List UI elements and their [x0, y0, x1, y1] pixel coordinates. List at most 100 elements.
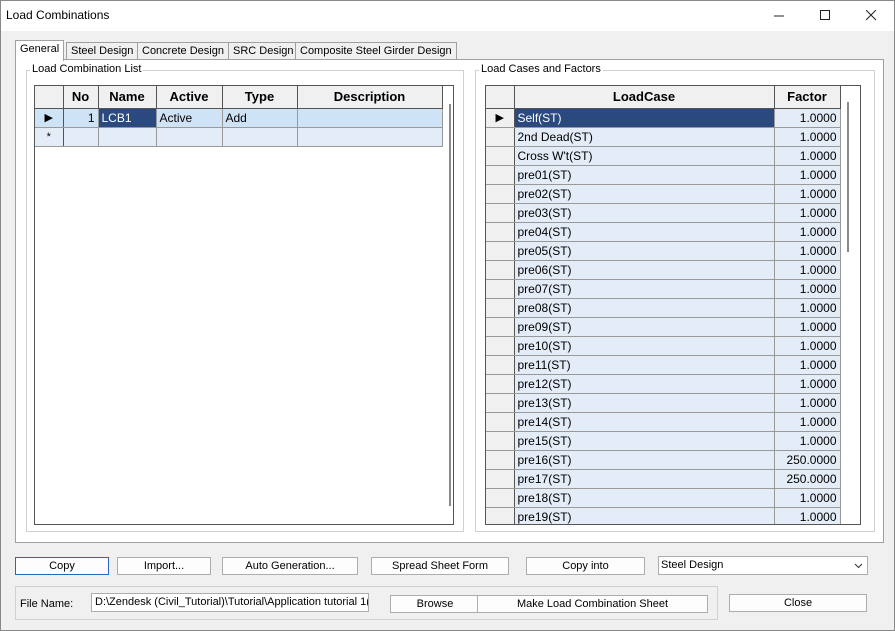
table-row[interactable]: pre10(ST) 1.0000: [486, 336, 841, 356]
table-row[interactable]: pre08(ST) 1.0000: [486, 298, 841, 318]
cell-loadcase[interactable]: pre15(ST): [514, 431, 775, 451]
cell-factor[interactable]: 1.0000: [774, 222, 841, 242]
row-pointer-icon[interactable]: ▶: [35, 108, 64, 128]
table-row[interactable]: 2nd Dead(ST) 1.0000: [486, 127, 841, 147]
row-header[interactable]: [486, 241, 515, 261]
cell-factor[interactable]: 1.0000: [774, 298, 841, 318]
cell-factor[interactable]: 1.0000: [774, 431, 841, 451]
cell-loadcase[interactable]: pre12(ST): [514, 374, 775, 394]
cell-loadcase[interactable]: pre03(ST): [514, 203, 775, 223]
table-row[interactable]: pre07(ST) 1.0000: [486, 279, 841, 299]
cell-loadcase[interactable]: pre09(ST): [514, 317, 775, 337]
cell-factor[interactable]: 1.0000: [774, 260, 841, 280]
row-header[interactable]: [486, 507, 515, 524]
row-header[interactable]: [486, 298, 515, 318]
row-header[interactable]: [486, 317, 515, 337]
tab-steel-design[interactable]: Steel Design: [66, 42, 139, 60]
cell-factor[interactable]: 1.0000: [774, 355, 841, 375]
table-row[interactable]: pre19(ST) 1.0000: [486, 507, 841, 524]
cell-factor[interactable]: 1.0000: [774, 203, 841, 223]
row-header[interactable]: [486, 203, 515, 223]
cell-factor[interactable]: 1.0000: [774, 317, 841, 337]
cell-loadcase[interactable]: pre05(ST): [514, 241, 775, 261]
column-header-description[interactable]: Description: [297, 86, 443, 109]
row-header[interactable]: [486, 146, 515, 166]
table-row[interactable]: pre09(ST) 1.0000: [486, 317, 841, 337]
cell-loadcase[interactable]: pre16(ST): [514, 450, 775, 470]
design-type-select[interactable]: Steel Design: [658, 556, 868, 575]
close-icon[interactable]: [848, 1, 894, 29]
tab-composite-steel-girder-design[interactable]: Composite Steel Girder Design: [295, 42, 457, 60]
tab-general[interactable]: General: [15, 40, 65, 61]
tab-concrete-design[interactable]: Concrete Design: [137, 42, 229, 60]
table-row[interactable]: pre01(ST) 1.0000: [486, 165, 841, 185]
row-header[interactable]: [486, 222, 515, 242]
row-header[interactable]: [486, 374, 515, 394]
cell-loadcase[interactable]: pre11(ST): [514, 355, 775, 375]
spread-sheet-form-button[interactable]: Spread Sheet Form: [371, 557, 509, 575]
cell-type[interactable]: [222, 127, 298, 147]
cell-no[interactable]: [63, 127, 99, 147]
auto-generation-button[interactable]: Auto Generation...: [222, 557, 358, 575]
cell-description[interactable]: [297, 127, 443, 147]
cell-factor[interactable]: 1.0000: [774, 146, 841, 166]
minimize-icon[interactable]: [756, 1, 802, 29]
table-row[interactable]: ▶ 1 LCB1 Active Add: [35, 108, 443, 128]
cell-factor[interactable]: 1.0000: [774, 127, 841, 147]
cell-loadcase[interactable]: Cross W't(ST): [514, 146, 775, 166]
cell-factor[interactable]: 250.0000: [774, 469, 841, 489]
cell-active[interactable]: Active: [156, 108, 223, 128]
copy-into-button[interactable]: Copy into: [526, 557, 645, 575]
cell-factor[interactable]: 1.0000: [774, 241, 841, 261]
cell-no[interactable]: 1: [63, 108, 99, 128]
cell-loadcase[interactable]: pre18(ST): [514, 488, 775, 508]
row-header[interactable]: [486, 469, 515, 489]
column-header-no[interactable]: No: [63, 86, 99, 109]
table-row[interactable]: pre17(ST) 250.0000: [486, 469, 841, 489]
row-header[interactable]: [486, 450, 515, 470]
cell-loadcase[interactable]: pre02(ST): [514, 184, 775, 204]
table-row[interactable]: pre14(ST) 1.0000: [486, 412, 841, 432]
column-header-loadcase[interactable]: LoadCase: [514, 86, 775, 109]
cell-loadcase[interactable]: 2nd Dead(ST): [514, 127, 775, 147]
cell-loadcase[interactable]: pre10(ST): [514, 336, 775, 356]
cell-factor[interactable]: 1.0000: [774, 488, 841, 508]
table-row[interactable]: pre03(ST) 1.0000: [486, 203, 841, 223]
table-row[interactable]: pre18(ST) 1.0000: [486, 488, 841, 508]
combination-vertical-scrollbar[interactable]: [449, 104, 451, 506]
table-row[interactable]: pre04(ST) 1.0000: [486, 222, 841, 242]
cell-factor[interactable]: 1.0000: [774, 279, 841, 299]
row-header[interactable]: [486, 165, 515, 185]
copy-button[interactable]: Copy: [15, 557, 109, 575]
new-row-asterisk-icon[interactable]: *: [35, 127, 64, 147]
file-name-field[interactable]: D:\Zendesk (Civil_Tutorial)\Tutorial\App…: [91, 593, 369, 612]
cell-loadcase[interactable]: pre08(ST): [514, 298, 775, 318]
load-cases-grid[interactable]: LoadCase Factor ▶ Self(ST) 1.0000 2nd Dead(…: [485, 85, 861, 525]
make-load-combination-sheet-button[interactable]: Make Load Combination Sheet: [477, 595, 708, 613]
cell-factor[interactable]: 1.0000: [774, 374, 841, 394]
row-header[interactable]: [486, 412, 515, 432]
table-row[interactable]: pre16(ST) 250.0000: [486, 450, 841, 470]
cell-loadcase[interactable]: pre19(ST): [514, 507, 775, 524]
row-header[interactable]: [486, 336, 515, 356]
table-row[interactable]: Cross W't(ST) 1.0000: [486, 146, 841, 166]
cell-loadcase[interactable]: pre14(ST): [514, 412, 775, 432]
cell-loadcase[interactable]: pre04(ST): [514, 222, 775, 242]
table-row[interactable]: pre02(ST) 1.0000: [486, 184, 841, 204]
table-row[interactable]: pre05(ST) 1.0000: [486, 241, 841, 261]
row-header[interactable]: [486, 279, 515, 299]
cell-factor[interactable]: 1.0000: [774, 108, 841, 128]
row-header[interactable]: [486, 488, 515, 508]
table-row[interactable]: pre15(ST) 1.0000: [486, 431, 841, 451]
cell-active[interactable]: [156, 127, 223, 147]
cell-loadcase[interactable]: pre06(ST): [514, 260, 775, 280]
cell-loadcase[interactable]: pre01(ST): [514, 165, 775, 185]
table-row[interactable]: pre11(ST) 1.0000: [486, 355, 841, 375]
table-row[interactable]: ▶ Self(ST) 1.0000: [486, 108, 841, 128]
cell-factor[interactable]: 1.0000: [774, 393, 841, 413]
cell-factor[interactable]: 1.0000: [774, 184, 841, 204]
maximize-icon[interactable]: [802, 1, 848, 29]
row-header[interactable]: [486, 127, 515, 147]
row-header[interactable]: [486, 260, 515, 280]
tab-src-design[interactable]: SRC Design: [228, 42, 299, 60]
